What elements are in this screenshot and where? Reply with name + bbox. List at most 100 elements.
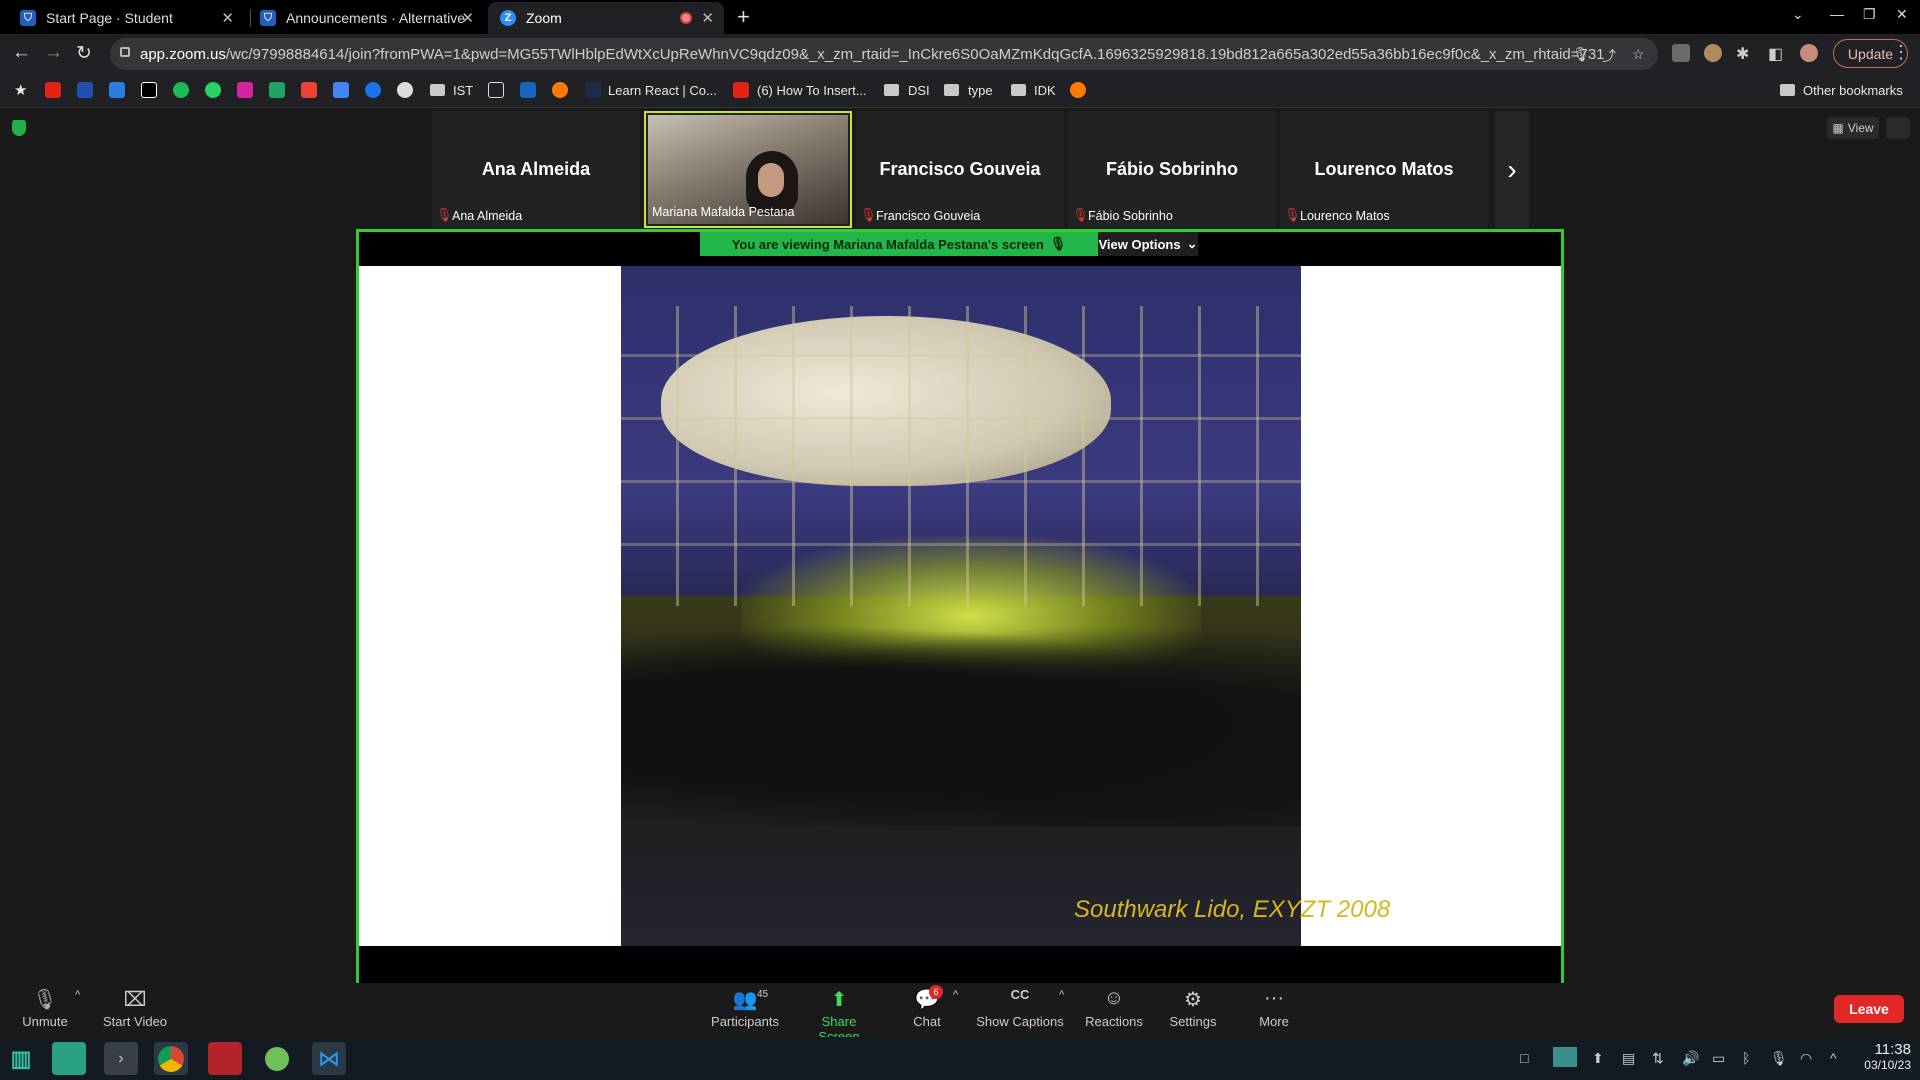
tab-start-page[interactable]: ⛉ Start Page · Student ✕ bbox=[8, 2, 244, 34]
next-page-button[interactable]: › bbox=[1495, 111, 1529, 228]
gmail-icon[interactable] bbox=[301, 82, 317, 98]
shield-icon: ⛉ bbox=[20, 10, 36, 26]
bookmark-icon[interactable] bbox=[77, 82, 93, 98]
forward-icon[interactable]: → bbox=[44, 42, 63, 64]
new-tab-button[interactable]: + bbox=[737, 4, 750, 30]
extension-icon[interactable] bbox=[1672, 44, 1690, 62]
participant-tile-active-speaker[interactable]: Mariana Mafalda Pestana bbox=[644, 111, 852, 228]
close-icon[interactable]: ✕ bbox=[701, 9, 714, 27]
encryption-shield-icon[interactable] bbox=[12, 120, 26, 136]
lock-icon[interactable] bbox=[120, 47, 130, 57]
download-icon[interactable] bbox=[260, 1042, 294, 1075]
mic-muted-icon: 🎙 bbox=[860, 207, 877, 222]
x-icon[interactable] bbox=[141, 82, 157, 98]
reactions-button[interactable]: ☺ Reactions bbox=[1083, 987, 1145, 1029]
audio-options-caret[interactable]: ^ bbox=[75, 989, 80, 1001]
tab-zoom[interactable]: Z Zoom ✕ bbox=[488, 2, 724, 34]
tab-search-icon[interactable]: ⌄ bbox=[1792, 6, 1804, 23]
bookmark-learn-react[interactable]: Learn React | Co... bbox=[608, 83, 717, 98]
chevron-up-icon[interactable]: ^ bbox=[1830, 1050, 1837, 1066]
show-desktop-icon[interactable]: □ bbox=[1520, 1050, 1528, 1066]
extension-icon[interactable] bbox=[1704, 44, 1722, 62]
bookmark-icon[interactable] bbox=[552, 82, 568, 98]
bookmark-how-to-insert[interactable]: (6) How To Insert... bbox=[757, 83, 867, 98]
app-icon[interactable] bbox=[208, 1042, 242, 1075]
participant-display-name: Fábio Sobrinho bbox=[1106, 159, 1238, 179]
participant-tile[interactable]: Fábio Sobrinho 🎙 Fábio Sobrinho bbox=[1068, 111, 1276, 228]
unmute-button[interactable]: 🎙 Unmute bbox=[16, 987, 74, 1029]
github-icon[interactable] bbox=[397, 82, 413, 98]
tab-announcements[interactable]: ⛉ Announcements · Alternative ✕ bbox=[248, 2, 484, 34]
menu-icon[interactable]: ⋮ bbox=[1892, 42, 1910, 63]
participant-tile[interactable]: Lourenco Matos 🎙 Lourenco Matos bbox=[1280, 111, 1488, 228]
star-icon[interactable]: ★ bbox=[14, 81, 27, 99]
folder-icon[interactable] bbox=[944, 84, 959, 96]
folder-icon[interactable] bbox=[1780, 84, 1795, 96]
restore-icon[interactable]: ❐ bbox=[1863, 6, 1876, 23]
terminal-icon[interactable]: › bbox=[104, 1042, 138, 1075]
bluetooth-icon[interactable]: ᛒ bbox=[1742, 1050, 1750, 1066]
folder-icon[interactable] bbox=[1011, 84, 1026, 96]
bookmark-type[interactable]: type bbox=[968, 83, 993, 98]
back-icon[interactable]: ← bbox=[12, 42, 31, 64]
volume-icon[interactable]: 🔊 bbox=[1682, 1050, 1699, 1067]
puzzle-icon[interactable]: ✱ bbox=[1736, 44, 1749, 64]
other-bookmarks[interactable]: Other bookmarks bbox=[1803, 83, 1903, 98]
update-icon[interactable]: ⬆ bbox=[1592, 1050, 1604, 1067]
view-options-button[interactable]: View Options ⌄ bbox=[1098, 232, 1198, 256]
more-button[interactable]: ··· More bbox=[1254, 987, 1294, 1029]
instagram-icon[interactable] bbox=[237, 82, 253, 98]
share-screen-button[interactable]: ⬆ Share Screen bbox=[800, 987, 878, 1044]
side-panel-icon[interactable]: ◧ bbox=[1768, 44, 1783, 64]
participants-button[interactable]: 👥 Participants bbox=[710, 987, 780, 1029]
avatar[interactable] bbox=[1800, 44, 1818, 62]
bookmark-dsi[interactable]: DSI bbox=[908, 83, 930, 98]
close-icon[interactable]: ✕ bbox=[221, 9, 234, 27]
view-button[interactable]: ▦ View bbox=[1827, 117, 1879, 139]
address-bar[interactable]: app.zoom.us/wc/97998884614/join?fromPWA=… bbox=[110, 38, 1658, 70]
bookmark-icon[interactable] bbox=[488, 82, 504, 98]
workspace-icon[interactable] bbox=[1553, 1047, 1577, 1067]
chrome-icon[interactable] bbox=[154, 1042, 188, 1075]
spotify-icon[interactable] bbox=[173, 82, 189, 98]
bookmark-icon[interactable] bbox=[109, 82, 125, 98]
star-icon[interactable]: ☆ bbox=[1632, 46, 1645, 63]
close-window-icon[interactable]: ✕ bbox=[1896, 6, 1908, 23]
youtube-icon[interactable] bbox=[45, 82, 61, 98]
folder-icon[interactable] bbox=[884, 84, 899, 96]
clipboard-icon[interactable]: ▤ bbox=[1622, 1050, 1635, 1067]
start-video-button[interactable]: ⌧ Start Video bbox=[98, 987, 172, 1029]
bookmark-icon[interactable] bbox=[1070, 82, 1086, 98]
minimize-video-button[interactable] bbox=[1886, 117, 1910, 139]
close-icon[interactable]: ✕ bbox=[461, 9, 474, 27]
file-manager-icon[interactable] bbox=[52, 1042, 86, 1075]
bookmark-ist[interactable]: IST bbox=[453, 83, 473, 98]
wifi-icon[interactable]: ◠ bbox=[1800, 1050, 1812, 1067]
participant-tile[interactable]: Francisco Gouveia 🎙 Francisco Gouveia bbox=[856, 111, 1064, 228]
bookmark-icon[interactable] bbox=[585, 82, 601, 98]
minimize-icon[interactable]: — bbox=[1830, 6, 1844, 22]
share-icon[interactable]: ⤴ bbox=[1602, 46, 1616, 66]
bookmark-icon[interactable] bbox=[520, 82, 536, 98]
captions-options-caret[interactable]: ^ bbox=[1059, 989, 1064, 1001]
bookmark-icon[interactable] bbox=[365, 82, 381, 98]
drive-icon[interactable] bbox=[269, 82, 285, 98]
network-icon[interactable]: ⇅ bbox=[1652, 1050, 1664, 1067]
bookmark-idk[interactable]: IDK bbox=[1034, 83, 1056, 98]
youtube-icon[interactable] bbox=[733, 82, 749, 98]
leave-button[interactable]: Leave bbox=[1834, 995, 1904, 1023]
chat-options-caret[interactable]: ^ bbox=[953, 989, 958, 1001]
microphone-icon[interactable]: 🎙 bbox=[1572, 46, 1590, 63]
folder-icon[interactable] bbox=[430, 84, 445, 96]
settings-button[interactable]: ⚙ Settings bbox=[1167, 987, 1219, 1029]
participant-tile[interactable]: Ana Almeida 🎙 Ana Almeida bbox=[432, 111, 640, 228]
vscode-icon[interactable]: ⋈ bbox=[312, 1042, 346, 1075]
microphone-icon[interactable]: 🎙 bbox=[1770, 1050, 1788, 1067]
whatsapp-icon[interactable] bbox=[205, 82, 221, 98]
start-menu-icon[interactable]: ▥ bbox=[4, 1042, 38, 1075]
show-captions-button[interactable]: CC Show Captions bbox=[975, 987, 1065, 1029]
clock[interactable]: 11:38 03/10/23 bbox=[1855, 1041, 1911, 1072]
translate-icon[interactable] bbox=[333, 82, 349, 98]
reload-icon[interactable]: ↻ bbox=[76, 42, 92, 65]
battery-icon[interactable]: ▭ bbox=[1712, 1050, 1725, 1067]
